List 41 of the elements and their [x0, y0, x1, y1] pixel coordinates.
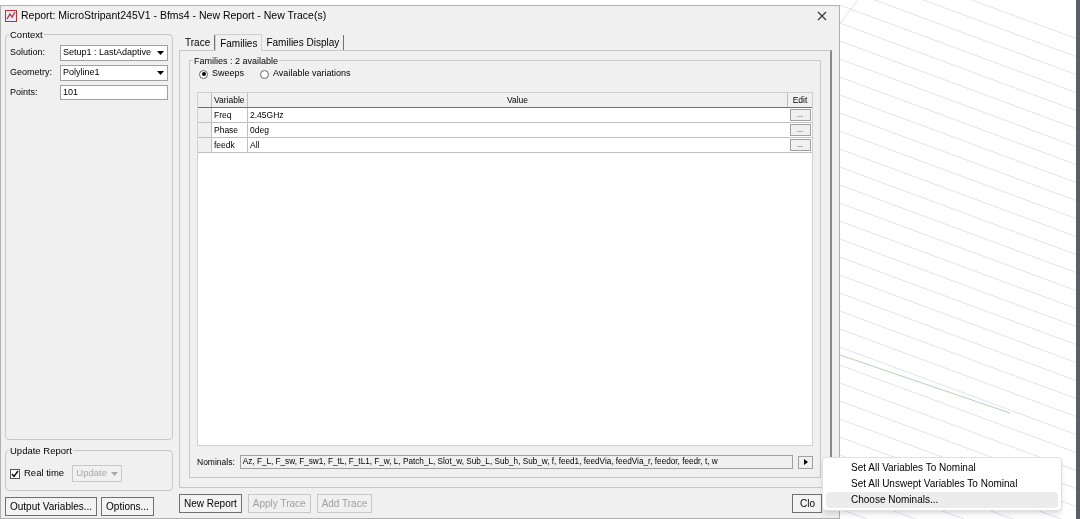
table-cell: Phase	[212, 123, 248, 137]
nominals-field[interactable]: Az, F_L, F_sw, F_sw1, F_tL, F_tL1, F_w, L, Patch_L, Slot_w, Sub_L, Sub_h, Sub_w, f, feed1, feedVia, feedVia_r, feedor, feedr, t, w	[239, 455, 793, 469]
dropdown[interactable]: Polyline1	[60, 65, 168, 81]
group-title: Update Report	[9, 444, 73, 459]
column-header: Edit	[791, 94, 809, 107]
arrow-right-icon	[803, 459, 808, 465]
radio-button[interactable]	[260, 69, 270, 79]
expand-button[interactable]	[798, 455, 813, 469]
tab[interactable]: Families Display	[262, 35, 345, 50]
radio-label: Sweeps	[212, 67, 245, 81]
menu-item[interactable]: Set All Variables To Nominal	[826, 460, 1058, 476]
dropdown[interactable]: Setup1 : LastAdaptive	[60, 45, 168, 61]
field-label: Solution:	[10, 46, 47, 60]
caret-icon	[157, 51, 164, 55]
dialog-button[interactable]: Output Variables...	[5, 497, 98, 516]
app-icon	[5, 9, 17, 22]
table-cell-text: All	[249, 139, 261, 152]
input-field[interactable]: 101	[60, 85, 168, 100]
field-label: Points:	[10, 85, 39, 99]
column-header: Value	[248, 93, 788, 107]
column-header: Variable	[212, 93, 248, 107]
caret-icon	[157, 71, 164, 75]
checkbox-label: Real time	[24, 466, 65, 481]
close-button[interactable]: Clo	[792, 494, 822, 513]
checkbox[interactable]	[10, 468, 20, 479]
table-cell: Freq	[212, 108, 248, 122]
window-title: Report: MicroStripant245V1 - Bfms4 - New Report - New Trace(s)	[21, 7, 327, 23]
dialog-button[interactable]: New Report	[179, 494, 242, 513]
table-cell-text: 0deg	[249, 124, 270, 137]
caret-icon	[110, 471, 118, 476]
tab[interactable]: Families	[215, 34, 263, 51]
dialog-button[interactable]: Options...	[101, 497, 154, 516]
table-cell-text: 2.45GHz	[249, 109, 285, 122]
menu-item[interactable]: Set All Unswept Variables To Nominal	[826, 476, 1058, 492]
menu-item[interactable]: Choose Nominals...	[826, 492, 1058, 508]
radio-label: Available variations	[273, 67, 351, 81]
nominals-label: Nominals:	[197, 455, 235, 469]
field-label: Geometry:	[10, 66, 53, 80]
table-cell: feedk	[212, 138, 248, 152]
radio-button[interactable]	[199, 69, 208, 79]
close-icon[interactable]	[817, 10, 827, 21]
